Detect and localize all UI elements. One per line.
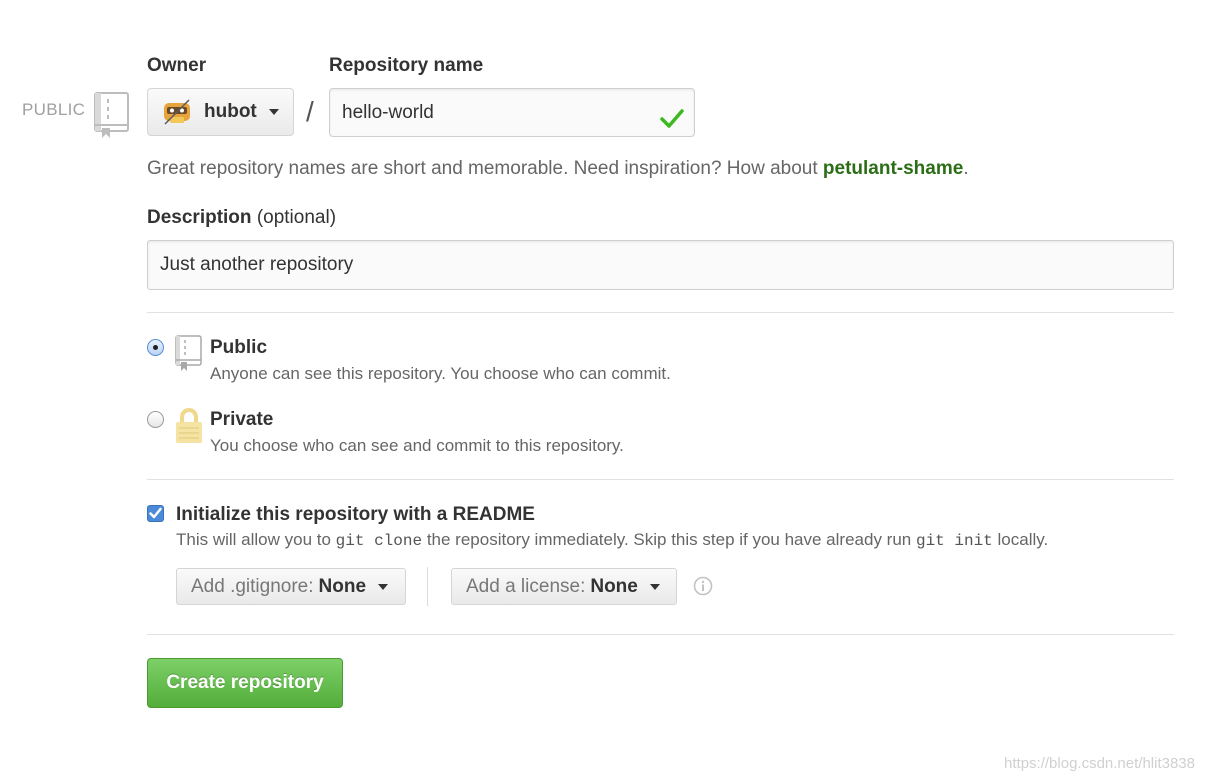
name-suggestion-link[interactable]: petulant-shame <box>823 158 963 179</box>
chevron-down-icon <box>378 583 389 590</box>
check-icon <box>660 101 684 148</box>
chevron-down-icon <box>268 109 279 115</box>
dropdown-separator <box>427 567 428 606</box>
owner-repo-separator: / <box>306 96 314 127</box>
gitignore-label: Add .gitignore: <box>191 575 314 597</box>
divider <box>147 312 1174 313</box>
license-value: None <box>590 575 638 597</box>
description-input[interactable]: Just another repository <box>147 240 1174 290</box>
init-readme-title: Initialize this repository with a README <box>176 504 535 525</box>
gitignore-dropdown[interactable]: Add .gitignore: None <box>176 568 406 605</box>
repo-name-label: Repository name <box>329 55 484 76</box>
repo-book-icon <box>94 92 130 145</box>
description-label-text: Description <box>147 207 252 228</box>
info-icon[interactable] <box>693 576 713 601</box>
repo-name-hint: Great repository names are short and mem… <box>147 158 969 180</box>
license-dropdown[interactable]: Add a license: None <box>451 568 677 605</box>
divider <box>147 634 1174 635</box>
code-git-init: git init <box>915 532 993 550</box>
description-label: Description (optional) <box>147 207 336 229</box>
owner-avatar <box>162 97 192 127</box>
public-option-description: Anyone can see this repository. You choo… <box>210 364 671 383</box>
help-text: locally. <box>992 530 1049 549</box>
repo-name-value: hello-world <box>342 102 434 123</box>
license-label: Add a license: <box>466 575 586 597</box>
checkmark-icon <box>149 507 162 519</box>
init-readme-checkbox[interactable] <box>147 505 164 522</box>
owner-name: hubot <box>204 101 257 122</box>
init-readme-help: This will allow you to git clone the rep… <box>176 530 1048 550</box>
public-radio[interactable] <box>147 339 164 356</box>
code-git-clone: git clone <box>335 532 423 550</box>
visibility-indicator: PUBLIC <box>22 100 86 119</box>
repo-name-input[interactable]: hello-world <box>329 88 695 137</box>
help-text: the repository immediately. Skip this st… <box>422 530 916 549</box>
private-radio[interactable] <box>147 411 164 428</box>
hint-suffix: . <box>963 158 969 179</box>
optional-tag: (optional) <box>256 207 337 228</box>
description-value: Just another repository <box>160 254 354 275</box>
gitignore-value: None <box>318 575 367 597</box>
owner-select[interactable]: hubot <box>147 88 294 136</box>
public-option-title: Public <box>210 337 268 358</box>
private-option-description: You choose who can see and commit to thi… <box>210 436 624 455</box>
create-repository-button[interactable]: Create repository <box>147 658 343 708</box>
divider <box>147 479 1174 480</box>
owner-label: Owner <box>147 55 207 76</box>
public-book-icon <box>175 335 203 378</box>
lock-icon <box>175 407 203 450</box>
private-option-title: Private <box>210 409 274 430</box>
help-text: This will allow you to <box>176 530 336 549</box>
chevron-down-icon <box>649 583 660 590</box>
watermark: https://blog.csdn.net/hlit3838 <box>1004 755 1195 772</box>
hint-text: Great repository names are short and mem… <box>147 158 823 179</box>
